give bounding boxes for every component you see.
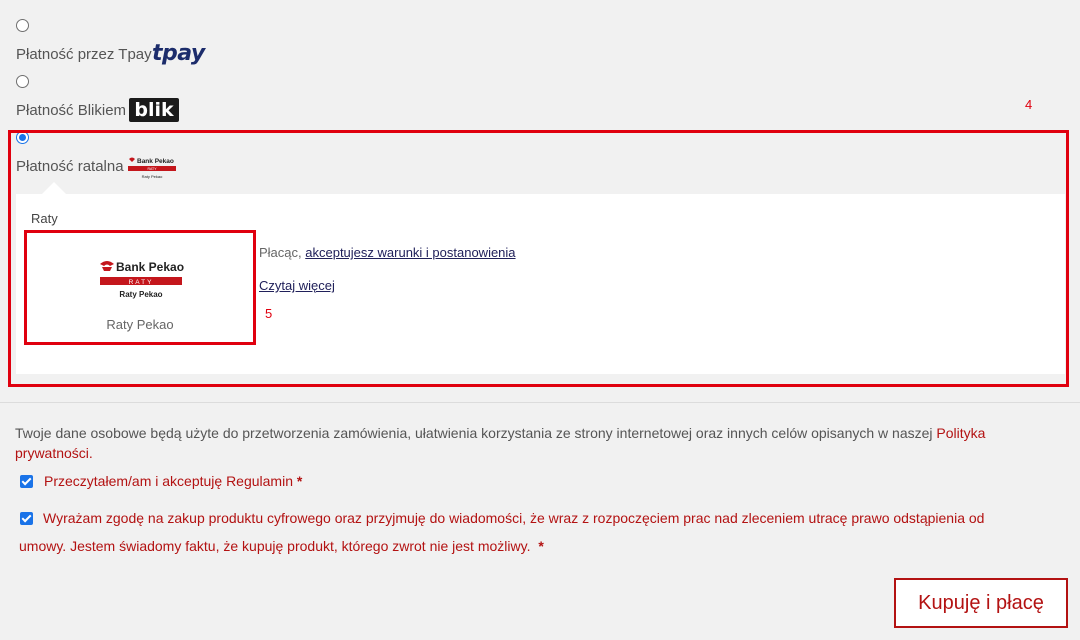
annotation-4: 4 xyxy=(1025,97,1033,112)
tpay-label[interactable]: Płatność przez Tpay xyxy=(16,46,152,63)
privacy-text: Twoje dane osobowe będą użyte do przetwo… xyxy=(15,421,1065,445)
regulamin-label[interactable]: Przeczytałem/am i akceptuję Regulamin * xyxy=(44,473,302,489)
digital-consent-required: * xyxy=(538,538,544,554)
buy-and-pay-button[interactable]: Kupuję i płacę xyxy=(894,578,1068,628)
tpay-logo: tpay xyxy=(152,41,205,66)
blik-radio[interactable] xyxy=(16,75,29,88)
regulamin-checkbox[interactable] xyxy=(20,475,33,488)
digital-consent-line1[interactable]: Wyrażam zgodę na zakup produktu cyfroweg… xyxy=(43,510,984,526)
privacy-link[interactable]: Polityka xyxy=(936,425,985,441)
privacy-body: Twoje dane osobowe będą użyte do przetwo… xyxy=(15,425,937,441)
tpay-radio[interactable] xyxy=(16,19,29,32)
privacy-link-cont[interactable]: prywatności. xyxy=(15,445,93,461)
section-divider xyxy=(0,402,1080,403)
digital-consent-line2-wrap[interactable]: umowy. Jestem świadomy faktu, że kupuję … xyxy=(19,538,544,554)
blik-label[interactable]: Płatność Blikiem xyxy=(16,102,126,119)
digital-consent-checkbox[interactable] xyxy=(20,512,33,525)
regulamin-text: Przeczytałem/am i akceptuję Regulamin xyxy=(44,473,293,489)
highlight-box-4 xyxy=(8,130,1069,387)
blik-logo: blik xyxy=(129,98,179,122)
regulamin-required: * xyxy=(296,473,303,489)
digital-consent-line2: umowy. Jestem świadomy faktu, że kupuję … xyxy=(19,538,531,554)
